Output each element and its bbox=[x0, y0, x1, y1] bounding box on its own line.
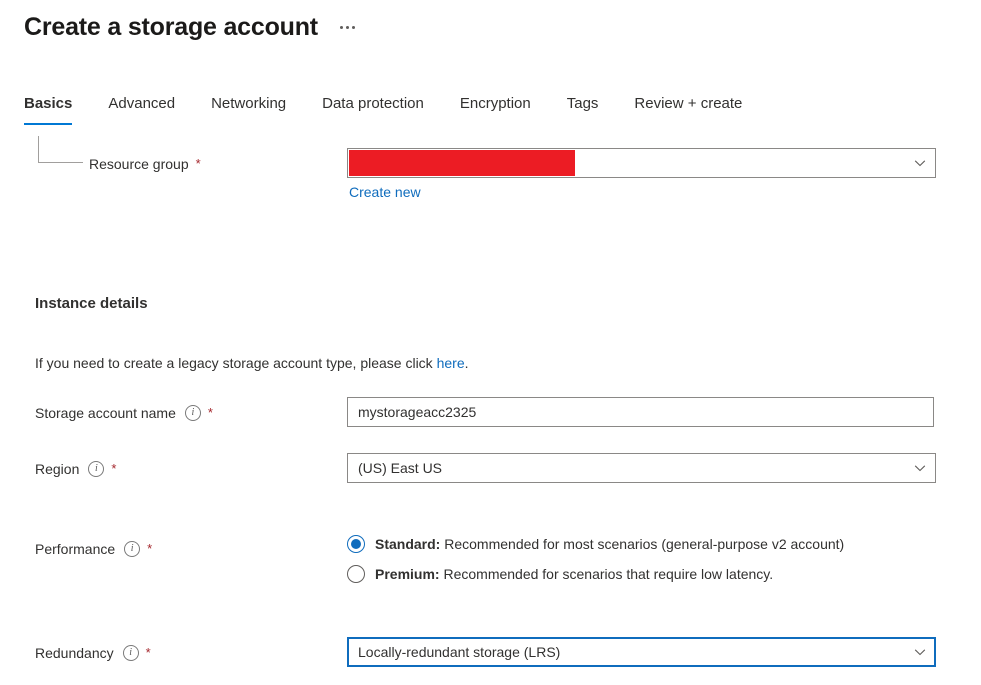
performance-option-premium[interactable]: Premium: Recommended for scenarios that … bbox=[347, 565, 844, 583]
resource-group-label-cell: Resource group * bbox=[0, 136, 347, 180]
redundancy-label: Redundancy bbox=[35, 645, 114, 661]
chevron-down-icon bbox=[913, 461, 927, 475]
instance-details-heading: Instance details bbox=[35, 295, 148, 312]
resource-group-control: Create new bbox=[347, 148, 936, 202]
chevron-down-icon bbox=[913, 156, 927, 170]
storage-account-name-label: Storage account name bbox=[35, 405, 176, 421]
page-title: Create a storage account bbox=[24, 13, 318, 41]
resource-group-label: Resource group bbox=[89, 156, 189, 172]
redundancy-label-cell: Redundancy i * bbox=[0, 637, 347, 669]
region-row: Region i * (US) East US bbox=[0, 453, 981, 485]
tab-review-create[interactable]: Review + create bbox=[634, 94, 742, 125]
tab-advanced[interactable]: Advanced bbox=[108, 94, 175, 125]
tree-connector-line bbox=[38, 136, 83, 163]
region-value: (US) East US bbox=[358, 460, 443, 476]
performance-option-standard[interactable]: Standard: Recommended for most scenarios… bbox=[347, 535, 844, 553]
resource-group-row: Resource group * Create new bbox=[0, 136, 981, 202]
storage-account-name-control: mystorageacc2325 bbox=[347, 397, 934, 427]
performance-standard-title: Standard: bbox=[375, 536, 441, 552]
more-options-button[interactable] bbox=[338, 20, 357, 35]
storage-account-name-value: mystorageacc2325 bbox=[358, 404, 477, 420]
performance-options: Standard: Recommended for most scenarios… bbox=[347, 533, 844, 583]
required-marker: * bbox=[147, 540, 153, 556]
performance-premium-description: Recommended for scenarios that require l… bbox=[439, 566, 774, 582]
chevron-down-icon bbox=[913, 645, 927, 659]
ellipsis-horizontal-icon bbox=[339, 26, 343, 29]
performance-standard-description: Recommended for most scenarios (general-… bbox=[440, 536, 845, 552]
info-icon[interactable]: i bbox=[184, 405, 201, 421]
tab-encryption[interactable]: Encryption bbox=[460, 94, 531, 125]
required-marker: * bbox=[207, 404, 213, 420]
region-select[interactable]: (US) East US bbox=[347, 453, 936, 483]
page-header: Create a storage account bbox=[24, 10, 357, 44]
region-label-cell: Region i * bbox=[0, 453, 347, 485]
region-label: Region bbox=[35, 461, 80, 477]
tab-data-protection[interactable]: Data protection bbox=[322, 94, 424, 125]
legacy-note: If you need to create a legacy storage a… bbox=[0, 353, 469, 373]
tab-basics[interactable]: Basics bbox=[24, 94, 73, 125]
performance-label-cell: Performance i * bbox=[0, 533, 347, 565]
radio-standard-icon[interactable] bbox=[347, 535, 365, 553]
performance-premium-title: Premium: bbox=[375, 566, 440, 582]
tab-tags[interactable]: Tags bbox=[567, 94, 599, 125]
tab-networking[interactable]: Networking bbox=[211, 94, 286, 125]
redundancy-value: Locally-redundant storage (LRS) bbox=[358, 644, 561, 660]
storage-account-name-row: Storage account name i * mystorageacc232… bbox=[0, 397, 981, 429]
redundancy-control: Locally-redundant storage (LRS) bbox=[347, 637, 936, 667]
performance-label: Performance bbox=[35, 541, 116, 557]
redaction-overlay bbox=[349, 150, 575, 176]
tab-bar: Basics Advanced Networking Data protecti… bbox=[24, 94, 742, 125]
info-icon[interactable]: i bbox=[122, 645, 139, 661]
redundancy-row: Redundancy i * Locally-redundant storage… bbox=[0, 637, 981, 669]
region-control: (US) East US bbox=[347, 453, 936, 483]
legacy-note-prefix: If you need to create a legacy storage a… bbox=[35, 355, 437, 371]
required-marker: * bbox=[111, 460, 117, 476]
performance-row: Performance i * Standard: Recommended fo… bbox=[0, 533, 981, 583]
storage-account-name-input[interactable]: mystorageacc2325 bbox=[347, 397, 934, 427]
required-marker: * bbox=[195, 155, 201, 171]
resource-group-select[interactable] bbox=[347, 148, 936, 178]
radio-premium-icon[interactable] bbox=[347, 565, 365, 583]
storage-account-name-label-cell: Storage account name i * bbox=[0, 397, 347, 429]
create-new-resource-group-link[interactable]: Create new bbox=[349, 184, 421, 200]
redundancy-select[interactable]: Locally-redundant storage (LRS) bbox=[347, 637, 936, 667]
legacy-storage-here-link[interactable]: here bbox=[437, 355, 465, 371]
info-icon[interactable]: i bbox=[124, 541, 141, 557]
create-new-wrap: Create new bbox=[347, 183, 936, 202]
ellipsis-horizontal-icon bbox=[351, 26, 355, 29]
ellipsis-horizontal-icon bbox=[345, 26, 349, 29]
required-marker: * bbox=[145, 644, 151, 660]
basics-form: Resource group * Create new Instance det… bbox=[0, 136, 981, 667]
legacy-note-suffix: . bbox=[464, 355, 469, 371]
info-icon[interactable]: i bbox=[88, 461, 105, 477]
